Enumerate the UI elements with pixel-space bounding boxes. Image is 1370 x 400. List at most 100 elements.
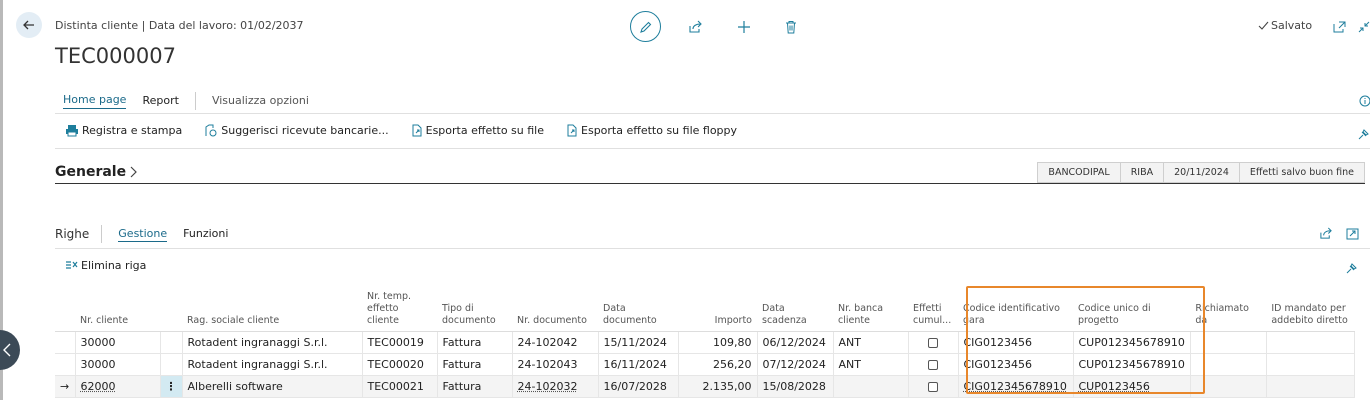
cell-cumulative — [908, 332, 958, 354]
cell-cig[interactable]: CIG0123456 — [958, 354, 1073, 376]
cell-bank-no[interactable]: ANT — [833, 354, 908, 376]
saved-status: Salvato — [1258, 19, 1312, 32]
cell-amount[interactable]: 2.135,00 — [678, 376, 757, 398]
badge-bank: BANCODIPAL — [1037, 162, 1120, 183]
pin-lines-button[interactable] — [1346, 259, 1358, 278]
cell-customer-name[interactable]: Rotadent ingranaggi S.r.l. — [182, 332, 362, 354]
col-mandate-id[interactable]: ID mandato per addebito diretto — [1266, 291, 1354, 332]
suggest-receipts-button[interactable]: Suggerisci ricevute bancarie... — [204, 124, 388, 137]
edit-button[interactable] — [630, 11, 661, 42]
pin-icon — [1358, 128, 1370, 140]
section-divider — [55, 183, 1365, 184]
document-export-icon — [566, 124, 578, 137]
badge-type: RIBA — [1120, 162, 1164, 183]
export-floppy-button[interactable]: Esporta effetto su file floppy — [566, 124, 737, 137]
delete-row-button[interactable]: Elimina riga — [65, 259, 146, 272]
document-export-icon — [411, 124, 423, 137]
export-floppy-label: Esporta effetto su file floppy — [581, 124, 737, 137]
col-customer-no[interactable]: Nr. cliente — [75, 291, 160, 332]
lines-share-button[interactable] — [1319, 225, 1333, 244]
col-doc-date[interactable]: Data documento — [598, 291, 678, 332]
cell-amount[interactable]: 256,20 — [678, 354, 757, 376]
cell-cup[interactable]: CUP012345678910 — [1073, 332, 1190, 354]
cell-cup[interactable]: CUP012345678910 — [1073, 354, 1190, 376]
arrow-left-icon — [22, 18, 36, 32]
cell-cup[interactable]: CUP0123456 — [1073, 376, 1190, 398]
lines-expand-button[interactable] — [1346, 225, 1359, 244]
cell-customer-no[interactable]: 62000 — [75, 376, 160, 398]
cell-customer-no[interactable]: 30000 — [75, 354, 160, 376]
cell-cumulative — [908, 376, 958, 398]
col-temp-no[interactable]: Nr. temp. effetto cliente — [362, 291, 437, 332]
table-row-selected[interactable]: → 62000 ⋮ Alberelli software TEC00021 Fa… — [55, 376, 1354, 398]
tab-funzioni[interactable]: Funzioni — [183, 227, 228, 241]
tab-report[interactable]: Report — [142, 94, 178, 109]
cell-doc-date[interactable]: 15/11/2024 — [598, 332, 678, 354]
col-recalled[interactable]: Richiamato da — [1190, 291, 1266, 332]
cell-temp-no[interactable]: TEC00019 — [362, 332, 437, 354]
cell-doc-type[interactable]: Fattura — [437, 354, 512, 376]
chevron-left-icon — [2, 342, 12, 358]
col-cumulative[interactable]: Effetti cumul... — [908, 291, 958, 332]
tab-home-page[interactable]: Home page — [63, 93, 126, 109]
table-row[interactable]: 30000 Rotadent ingranaggi S.r.l. TEC0002… — [55, 354, 1354, 376]
cell-due-date[interactable]: 06/12/2024 — [757, 332, 833, 354]
cell-recalled[interactable] — [1190, 376, 1266, 398]
cell-bank-no[interactable]: ANT — [833, 332, 908, 354]
cell-cig[interactable]: CIG0123456 — [958, 332, 1073, 354]
export-file-button[interactable]: Esporta effetto su file — [411, 124, 544, 137]
cell-mandate-id[interactable] — [1266, 332, 1354, 354]
cell-doc-type[interactable]: Fattura — [437, 376, 512, 398]
col-arrow — [55, 291, 75, 332]
open-new-window-button[interactable] — [1333, 18, 1346, 37]
cell-recalled[interactable] — [1190, 332, 1266, 354]
cumulative-checkbox[interactable] — [928, 338, 938, 348]
share-button[interactable] — [683, 15, 707, 39]
cell-amount[interactable]: 109,80 — [678, 332, 757, 354]
cell-recalled[interactable] — [1190, 354, 1266, 376]
col-cig[interactable]: Codice identificativo gara — [958, 291, 1073, 332]
pin-action-bar-button[interactable] — [1358, 125, 1370, 144]
cell-doc-no[interactable]: 24-102043 — [512, 354, 598, 376]
cumulative-checkbox[interactable] — [928, 382, 938, 392]
cell-doc-date[interactable]: 16/11/2024 — [598, 354, 678, 376]
cell-mandate-id[interactable] — [1266, 376, 1354, 398]
row-menu-cell — [160, 354, 182, 376]
cell-temp-no[interactable]: TEC00020 — [362, 354, 437, 376]
cell-temp-no[interactable]: TEC00021 — [362, 376, 437, 398]
collapse-button[interactable] — [1358, 18, 1370, 37]
cell-customer-name[interactable]: Alberelli software — [182, 376, 362, 398]
cell-doc-date[interactable]: 16/07/2028 — [598, 376, 678, 398]
col-amount[interactable]: Importo — [678, 291, 757, 332]
delete-button[interactable] — [779, 15, 803, 39]
table-row[interactable]: 30000 Rotadent ingranaggi S.r.l. TEC0001… — [55, 332, 1354, 354]
cell-due-date[interactable]: 07/12/2024 — [757, 354, 833, 376]
cumulative-checkbox[interactable] — [928, 360, 938, 370]
col-doc-no[interactable]: Nr. documento — [512, 291, 598, 332]
col-bank-no[interactable]: Nr. banca cliente — [833, 291, 908, 332]
row-menu-button[interactable]: ⋮ — [160, 376, 182, 398]
back-button[interactable] — [16, 12, 42, 38]
tab-gestione[interactable]: Gestione — [118, 227, 167, 242]
info-button[interactable] — [1359, 92, 1370, 111]
divider — [55, 113, 1370, 114]
tab-view-options[interactable]: Visualizza opzioni — [212, 94, 309, 109]
cell-doc-no[interactable]: 24-102042 — [512, 332, 598, 354]
cell-doc-type[interactable]: Fattura — [437, 332, 512, 354]
cell-customer-name[interactable]: Rotadent ingranaggi S.r.l. — [182, 354, 362, 376]
cell-bank-no[interactable] — [833, 376, 908, 398]
cell-doc-no[interactable]: 24-102032 — [512, 376, 598, 398]
col-cup[interactable]: Codice unico di progetto — [1073, 291, 1190, 332]
cell-mandate-id[interactable] — [1266, 354, 1354, 376]
col-customer-name[interactable]: Rag. sociale cliente — [182, 291, 362, 332]
doc-no-value: 24-102032 — [518, 380, 578, 393]
col-doc-type[interactable]: Tipo di documento — [437, 291, 512, 332]
general-section-header[interactable]: Generale — [55, 164, 137, 180]
cell-due-date[interactable]: 15/08/2028 — [757, 376, 833, 398]
side-panel-toggle[interactable] — [0, 330, 20, 370]
cell-customer-no[interactable]: 30000 — [75, 332, 160, 354]
cell-cig[interactable]: CIG012345678910 — [958, 376, 1073, 398]
new-button[interactable] — [732, 15, 756, 39]
col-due-date[interactable]: Data scadenza — [757, 291, 833, 332]
register-print-button[interactable]: Registra e stampa — [65, 124, 182, 137]
